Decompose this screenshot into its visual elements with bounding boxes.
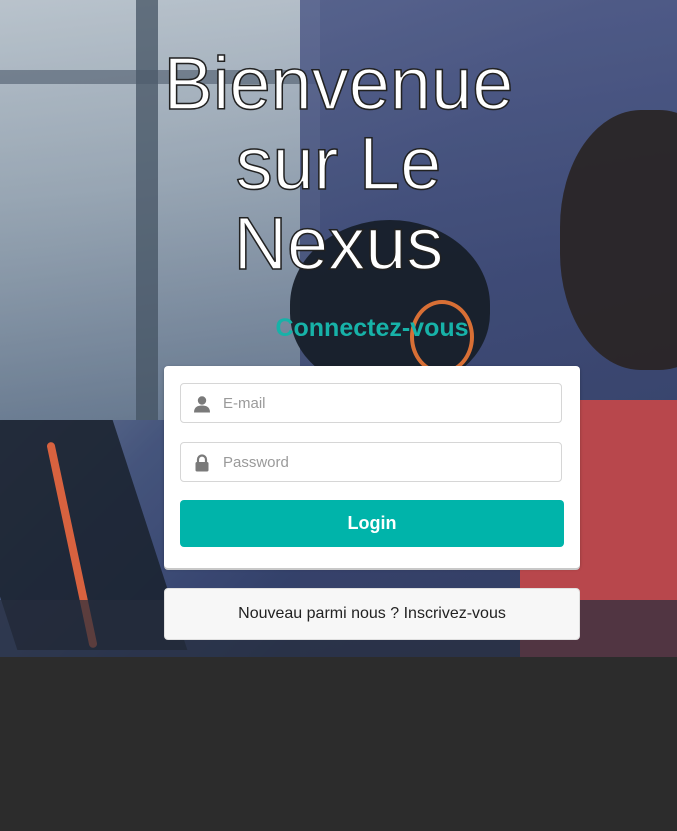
user-icon xyxy=(194,396,210,413)
email-field[interactable] xyxy=(180,383,562,423)
page-title: Bienvenue sur Le Nexus xyxy=(0,42,677,285)
password-field[interactable] xyxy=(180,442,562,482)
hero-background: Bienvenue sur Le Nexus Connectez-vous Lo… xyxy=(0,0,677,657)
login-heading: Connectez-vous xyxy=(275,314,469,342)
page-title-line: Bienvenue xyxy=(163,42,514,125)
login-button[interactable]: Login xyxy=(180,500,564,547)
register-link[interactable]: Inscrivez-vous xyxy=(404,605,506,622)
email-input[interactable] xyxy=(223,384,553,422)
page-footer xyxy=(0,657,677,831)
page-title-line: Nexus xyxy=(233,202,444,285)
password-input[interactable] xyxy=(223,443,553,481)
login-form: Login xyxy=(164,366,580,568)
page-title-line: sur Le xyxy=(235,122,442,205)
register-prompt: Nouveau parmi nous ? xyxy=(238,605,400,622)
register-box: Nouveau parmi nous ? Inscrivez-vous xyxy=(164,588,580,640)
lock-icon xyxy=(195,454,209,472)
